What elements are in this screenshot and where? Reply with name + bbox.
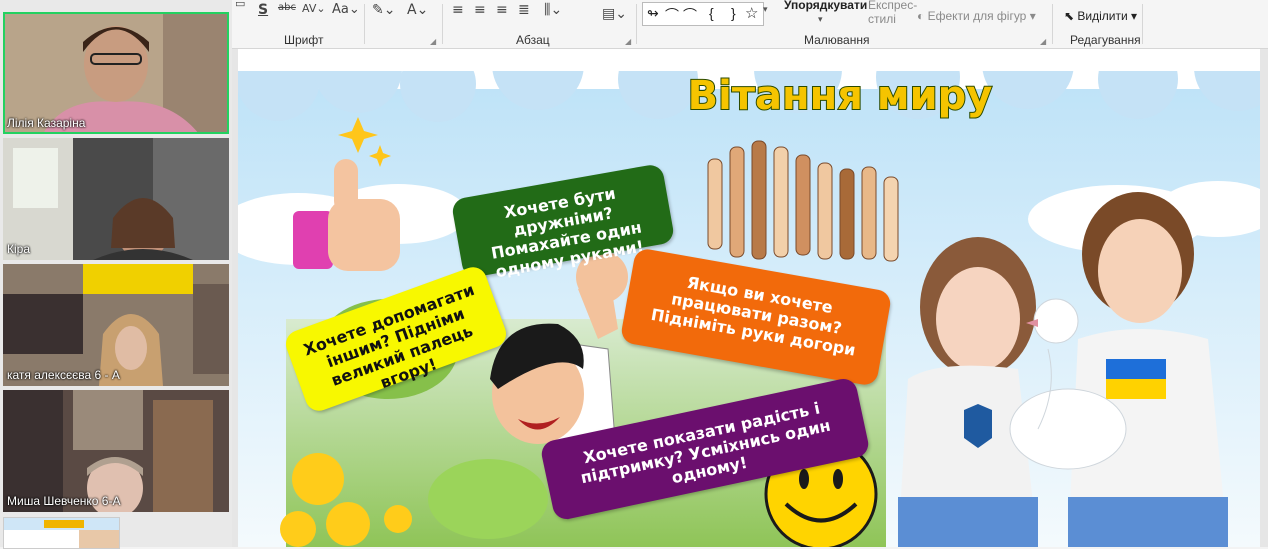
- slide-title: Вітання миру: [688, 73, 993, 119]
- brace-left-icon[interactable]: {: [709, 5, 714, 21]
- ribbon-toolbar: ▭ S abc AV⌄ Aa⌄ ✎⌄ A⌄ Шрифт ◢ ≡ ≡ ≡ ≣ ⫼⌄…: [232, 0, 1268, 49]
- freeform-shape-icon[interactable]: ↬: [647, 5, 659, 22]
- drawing-dialog-launcher[interactable]: ◢: [1040, 37, 1046, 46]
- participant-name: Кіра: [7, 242, 31, 256]
- video-tile-4[interactable]: Миша Шевченко 6-А: [3, 390, 229, 512]
- char-spacing-icon[interactable]: AV⌄: [302, 2, 326, 15]
- curve-shape-icon[interactable]: ⌒: [665, 5, 679, 25]
- slide-thumbnail[interactable]: [3, 517, 120, 549]
- font-dialog-launcher[interactable]: ◢: [430, 37, 436, 46]
- change-case-icon[interactable]: Aa⌄: [332, 2, 360, 17]
- slide-canvas[interactable]: Вітання миру Хочете бути дружніми? Помах…: [238, 49, 1260, 547]
- quick-styles-button[interactable]: Експрес- стилі: [868, 0, 917, 26]
- group-label-drawing: Малювання: [804, 33, 870, 47]
- arrange-button[interactable]: Упорядкувати: [784, 0, 867, 12]
- participant-name: катя алексєєва 6 - А: [7, 368, 120, 382]
- video-tile-1[interactable]: Лілія Казаріна: [3, 12, 229, 134]
- align-right-icon[interactable]: ≡: [496, 2, 508, 18]
- participant-name: Лілія Казаріна: [7, 116, 86, 130]
- participant-video-2: [3, 138, 229, 260]
- shape-effects-button[interactable]: ◐ Ефекти для фігур ▾: [917, 9, 1036, 23]
- flag-blue-stripe: [1106, 359, 1166, 379]
- align-left-icon[interactable]: ≡: [452, 2, 464, 18]
- video-tile-2[interactable]: Кіра: [3, 138, 229, 260]
- arc-shape-icon[interactable]: ⌒: [683, 5, 697, 25]
- align-center-icon[interactable]: ≡: [474, 2, 486, 18]
- shadow-text-icon[interactable]: S: [258, 2, 268, 18]
- video-tile-3[interactable]: катя алексєєва 6 - А: [3, 264, 229, 386]
- gallery-more-icon[interactable]: ▾: [763, 4, 768, 15]
- highlight-icon[interactable]: ✎⌄: [372, 2, 395, 18]
- justify-icon[interactable]: ≣: [518, 2, 530, 18]
- video-gallery: Лілія Казаріна Кіра катя алексєєва 6 - А: [0, 0, 232, 549]
- arrange-layout-icon[interactable]: ▤⌄: [602, 6, 627, 22]
- select-button[interactable]: ⬉ Виділити ▾: [1064, 9, 1137, 23]
- group-label-font: Шрифт: [284, 33, 324, 47]
- brace-right-icon[interactable]: }: [731, 5, 736, 21]
- paragraph-dialog-launcher[interactable]: ◢: [625, 37, 631, 46]
- strikethrough-icon[interactable]: abc: [278, 2, 296, 13]
- group-label-paragraph: Абзац: [516, 33, 550, 47]
- columns-icon[interactable]: ⫼⌄: [544, 2, 562, 18]
- star-shape-icon[interactable]: ☆: [745, 4, 758, 22]
- font-button[interactable]: ▭: [235, 0, 245, 10]
- flag-yellow-stripe: [1106, 379, 1166, 399]
- arrange-dropdown-icon[interactable]: ▾: [818, 14, 823, 25]
- font-color-icon[interactable]: A⌄: [407, 2, 428, 18]
- participant-name: Миша Шевченко 6-А: [7, 494, 121, 508]
- shapes-gallery[interactable]: ↬ ⌒ ⌒ { } ☆: [642, 2, 764, 26]
- group-label-editing: Редагування: [1070, 33, 1141, 47]
